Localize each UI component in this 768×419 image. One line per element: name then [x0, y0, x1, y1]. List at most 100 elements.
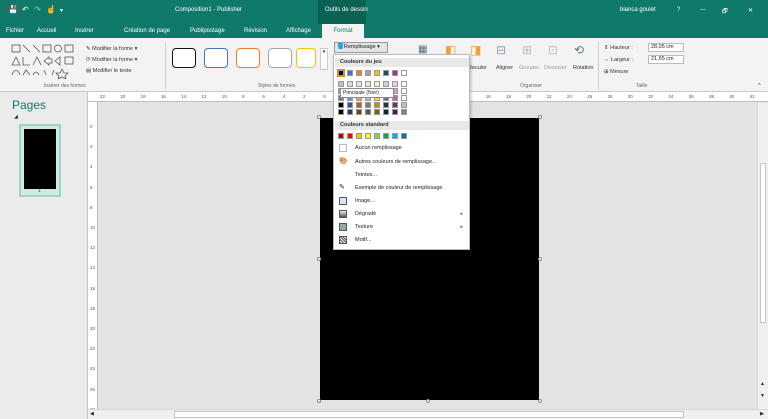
theme-color-swatch[interactable] [337, 69, 345, 77]
theme-color-swatch[interactable] [392, 70, 398, 76]
shapes-gallery[interactable] [10, 43, 78, 80]
theme-color-swatch[interactable] [392, 81, 398, 87]
tab-format[interactable]: Format [322, 24, 364, 38]
theme-color-swatch[interactable] [338, 102, 344, 108]
theme-color-swatch[interactable] [383, 109, 389, 115]
modify-text-button[interactable]: ▤ Modifier le texte [86, 68, 132, 74]
tab-affichage[interactable]: Affichage [286, 24, 311, 38]
theme-color-swatch[interactable] [347, 109, 353, 115]
resize-handle-sw[interactable] [317, 399, 321, 403]
style-gallery-more-button[interactable]: ▾ [320, 48, 328, 70]
tab-creation-de-page[interactable]: Création de page [124, 24, 170, 38]
theme-color-swatch[interactable] [374, 70, 380, 76]
theme-color-swatch[interactable] [374, 102, 380, 108]
resize-handle-e[interactable] [538, 257, 542, 261]
resize-handle-nw[interactable] [317, 115, 321, 119]
modify-shape-button[interactable]: ✎ Modifier la forme ▾ [86, 46, 137, 52]
theme-color-swatch[interactable] [347, 70, 353, 76]
tab-accueil[interactable]: Accueil [37, 24, 56, 38]
no-fill-item[interactable]: Aucun remplissage [335, 142, 469, 154]
theme-color-swatch[interactable] [356, 81, 362, 87]
theme-color-swatch[interactable] [356, 70, 362, 76]
more-fill-colors-item[interactable]: 🎨 Autres couleurs de remplissage... [335, 156, 469, 168]
standard-color-swatch[interactable] [392, 133, 398, 139]
standard-color-swatch[interactable] [401, 133, 407, 139]
theme-color-swatch[interactable] [401, 88, 407, 94]
theme-color-swatch[interactable] [383, 102, 389, 108]
shape-style-blue[interactable] [204, 48, 228, 68]
scroll-up-icon[interactable]: ▲ [760, 381, 765, 387]
pattern-item[interactable]: Motif... [335, 234, 469, 246]
tab-publipostage[interactable]: Publipostage [190, 24, 225, 38]
standard-color-swatch[interactable] [374, 133, 380, 139]
theme-color-swatch[interactable] [374, 109, 380, 115]
gradient-item[interactable]: Dégradé ▸ [335, 208, 469, 220]
standard-color-swatch[interactable] [356, 133, 362, 139]
theme-color-swatch[interactable] [392, 102, 398, 108]
theme-color-swatch[interactable] [401, 70, 407, 76]
user-name[interactable]: bianca goulet [620, 7, 656, 13]
resize-handle-s[interactable] [426, 399, 430, 403]
theme-color-swatch[interactable] [338, 109, 344, 115]
horizontal-scroll-thumb[interactable] [174, 411, 684, 418]
redo-icon[interactable]: ↷ [34, 5, 41, 14]
theme-color-swatch[interactable] [356, 102, 362, 108]
scroll-down-icon[interactable]: ▼ [760, 393, 765, 399]
shape-style-gray[interactable] [268, 48, 292, 68]
align-icon[interactable]: ⊟ [496, 43, 506, 57]
theme-color-swatch[interactable] [401, 102, 407, 108]
texture-item[interactable]: Texture ▸ [335, 221, 469, 233]
resize-handle-se[interactable] [538, 399, 542, 403]
standard-color-swatch[interactable] [338, 133, 344, 139]
fill-button[interactable]: 🪣Remplissage ▾ [334, 42, 388, 53]
rotation-button[interactable]: Rotation [573, 65, 594, 71]
standard-color-swatch[interactable] [365, 133, 371, 139]
vertical-ruler[interactable]: 0246810121416182022242628 [88, 102, 98, 412]
tab-revision[interactable]: Révision [244, 24, 267, 38]
theme-color-swatch[interactable] [401, 95, 407, 101]
minimize-button[interactable]: — [700, 7, 706, 13]
theme-color-swatch[interactable] [365, 70, 371, 76]
collapse-ribbon-icon[interactable]: ^ [758, 83, 761, 89]
theme-color-swatch[interactable] [347, 81, 353, 87]
page-thumbnail[interactable]: 1 [19, 124, 61, 197]
theme-color-swatch[interactable] [365, 102, 371, 108]
tab-fichier[interactable]: Fichier [6, 24, 24, 38]
restore-button[interactable]: 🗗 [722, 7, 728, 17]
standard-color-swatch[interactable] [347, 133, 353, 139]
undo-icon[interactable]: ↶ [22, 5, 29, 14]
theme-color-swatch[interactable] [383, 81, 389, 87]
theme-color-swatch[interactable] [392, 109, 398, 115]
send-backward-icon[interactable]: ◨ [470, 43, 481, 57]
save-icon[interactable]: 💾 [8, 5, 18, 14]
scroll-left-icon[interactable]: ◀ [90, 411, 94, 417]
theme-color-swatch[interactable] [338, 81, 344, 87]
shape-style-gold[interactable] [296, 48, 316, 68]
modify-shape2-button[interactable]: ⟳ Modifier la forme ▾ [86, 57, 137, 63]
theme-color-swatch[interactable] [365, 81, 371, 87]
theme-color-swatch[interactable] [401, 81, 407, 87]
mesure-button[interactable]: ⊞ Mesure [604, 69, 628, 75]
customize-qat-icon[interactable]: ▾ [60, 7, 63, 14]
horizontal-scrollbar[interactable]: ◀ ▶ [88, 409, 768, 419]
theme-color-swatch[interactable] [347, 102, 353, 108]
tab-inserer[interactable]: Insérer [75, 24, 94, 38]
theme-color-swatch[interactable] [365, 109, 371, 115]
theme-color-swatch[interactable] [356, 109, 362, 115]
rotate-icon[interactable]: ⟲ [574, 43, 584, 57]
theme-color-swatch[interactable] [374, 81, 380, 87]
close-button[interactable]: ✕ [748, 7, 753, 14]
tints-item[interactable]: Teintes... [335, 169, 469, 181]
shape-style-orange[interactable] [236, 48, 260, 68]
width-input[interactable]: 21,65 cm [648, 55, 684, 64]
collapse-pane-icon[interactable]: ◢ [14, 114, 18, 120]
reculer-button[interactable]: Reculer [468, 65, 487, 71]
touch-mode-icon[interactable]: ☝ [46, 5, 56, 14]
scroll-right-icon[interactable]: ▶ [760, 411, 764, 417]
resize-handle-w[interactable] [317, 257, 321, 261]
aligner-button[interactable]: Aligner [496, 65, 513, 71]
vertical-scrollbar[interactable]: ▲ ▼ [757, 103, 768, 409]
standard-color-swatch[interactable] [383, 133, 389, 139]
theme-color-swatch[interactable] [401, 109, 407, 115]
image-fill-item[interactable]: Image... [335, 195, 469, 207]
